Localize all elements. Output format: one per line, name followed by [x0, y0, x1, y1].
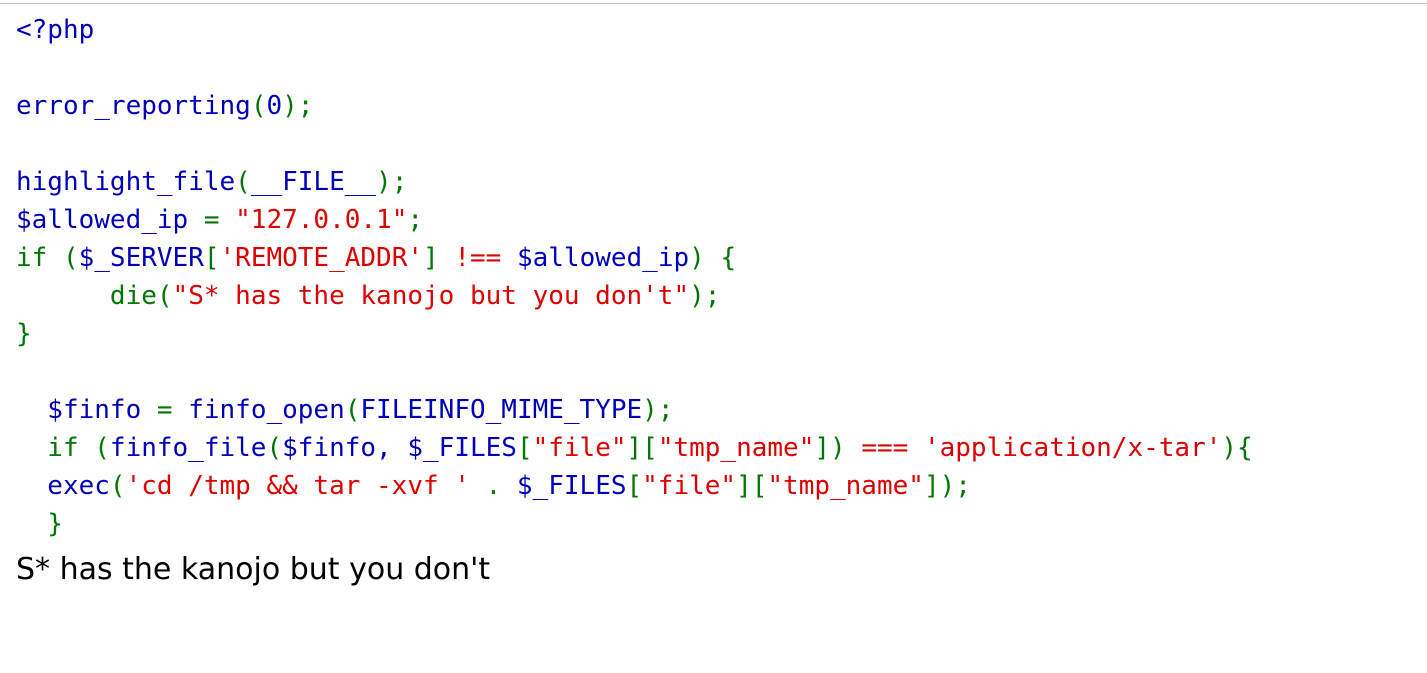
code-token: 'cd /tmp && tar -xvf ' — [125, 471, 470, 501]
code-token: } — [16, 509, 63, 539]
code-token: ( — [156, 281, 173, 311]
code-token: ) { — [689, 243, 737, 273]
code-token: $finfo — [16, 395, 157, 425]
code-token: ); — [376, 167, 408, 197]
code-token: ); — [689, 281, 721, 311]
code-token: exec — [16, 471, 110, 501]
code-token: "tmp_name" — [767, 471, 924, 501]
code-line: } — [16, 315, 1253, 353]
code-token: "file" — [642, 471, 737, 501]
code-line: if (finfo_file($finfo, $_FILES["file"]["… — [16, 429, 1253, 467]
code-token: "S* has the kanojo but you don't" — [172, 281, 690, 311]
code-token: 'application/x-tar' — [923, 433, 1222, 463]
code-token: ][ — [736, 471, 768, 501]
code-token: 'REMOTE_ADDR' — [219, 243, 424, 273]
code-token: ( — [109, 471, 126, 501]
code-token: ( — [344, 395, 361, 425]
code-line: error_reporting(0); — [16, 87, 1253, 125]
code-token: highlight_file — [16, 167, 236, 197]
code-token: !== — [454, 243, 517, 273]
code-line: exec('cd /tmp && tar -xvf ' . $_FILES["f… — [16, 467, 1253, 505]
code-token: ]) — [814, 433, 862, 463]
code-token: <?php — [16, 15, 95, 45]
code-token: . — [469, 471, 517, 501]
code-line: $finfo = finfo_open(FILEINFO_MIME_TYPE); — [16, 391, 1253, 429]
code-token: "tmp_name" — [657, 433, 815, 463]
code-token: ); — [282, 91, 314, 121]
code-token: finfo_open — [188, 395, 345, 425]
top-divider-rule — [0, 3, 1427, 4]
code-line: $allowed_ip = "127.0.0.1"; — [16, 201, 1253, 239]
code-token: ){ — [1221, 433, 1253, 463]
code-line: die("S* has the kanojo but you don't"); — [16, 277, 1253, 315]
code-token: ]); — [923, 471, 971, 501]
code-token: ( — [235, 167, 251, 197]
code-token: ( — [266, 433, 283, 463]
code-token: [ — [203, 243, 220, 273]
code-token: "file" — [532, 433, 627, 463]
code-token: if ( — [16, 433, 110, 463]
code-token: $_SERVER — [78, 243, 204, 273]
code-token: "127.0.0.1" — [235, 205, 408, 235]
code-token: = — [156, 395, 189, 425]
code-token: if ( — [16, 243, 79, 273]
code-token: ; — [407, 205, 423, 235]
die-output-text: S* has the kanojo but you don't — [16, 552, 491, 587]
code-token: $_FILES — [516, 471, 627, 501]
code-token: die — [16, 281, 157, 311]
code-token: 0 — [266, 91, 283, 121]
code-token: } — [16, 319, 32, 349]
code-token: FILEINFO_MIME_TYPE — [360, 395, 643, 425]
code-line: <?php — [16, 11, 1253, 49]
code-token: __FILE__ — [250, 167, 377, 197]
code-line: if ($_SERVER['REMOTE_ADDR'] !== $allowed… — [16, 239, 1253, 277]
code-token: finfo_file — [109, 433, 267, 463]
code-token: error_reporting — [16, 91, 251, 121]
code-token: [ — [626, 471, 643, 501]
code-token: $allowed_ip — [16, 205, 204, 235]
code-token: === — [861, 433, 924, 463]
code-line: } — [16, 505, 1253, 543]
code-token: ] — [423, 243, 455, 273]
code-token: ( — [250, 91, 267, 121]
code-token: ); — [642, 395, 674, 425]
code-token: $allowed_ip — [516, 243, 690, 273]
code-token: [ — [516, 433, 533, 463]
code-token: = — [203, 205, 236, 235]
code-line: highlight_file(__FILE__); — [16, 163, 1253, 201]
php-source-code-block: <?php error_reporting(0); highlight_file… — [16, 11, 1253, 543]
code-token: ][ — [626, 433, 658, 463]
code-token: $finfo, $_FILES — [282, 433, 517, 463]
